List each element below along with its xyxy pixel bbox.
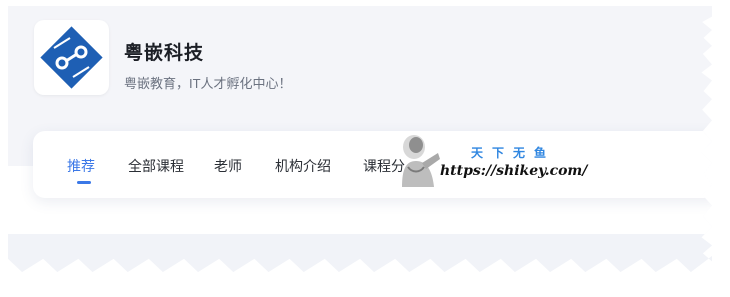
org-slogan: 粤嵌教育，IT人才孵化中心！ <box>124 76 292 91</box>
org-name: 粤嵌科技 <box>124 43 205 64</box>
nav-tabs-bar: 推荐 全部课程 老师 机构介绍 课程分 <box>33 131 712 198</box>
tab-about-org[interactable]: 机构介绍 <box>275 156 331 176</box>
tab-all-courses[interactable]: 全部课程 <box>128 156 184 176</box>
yueqian-logo-icon <box>40 26 103 89</box>
watermark-title: 天下无鱼 <box>471 146 556 160</box>
watermark-url: https://shikey.com/ <box>440 163 588 179</box>
org-logo <box>34 20 109 95</box>
tab-teachers[interactable]: 老师 <box>214 156 242 176</box>
tab-recommend[interactable]: 推荐 <box>67 156 95 176</box>
bust-figure-icon <box>402 135 440 187</box>
content-bottom-band <box>8 234 712 272</box>
active-tab-indicator <box>77 181 91 184</box>
screenshot-frame: 粤嵌科技 粤嵌教育，IT人才孵化中心！ 推荐 全部课程 老师 机构介绍 课程分 … <box>8 6 712 272</box>
